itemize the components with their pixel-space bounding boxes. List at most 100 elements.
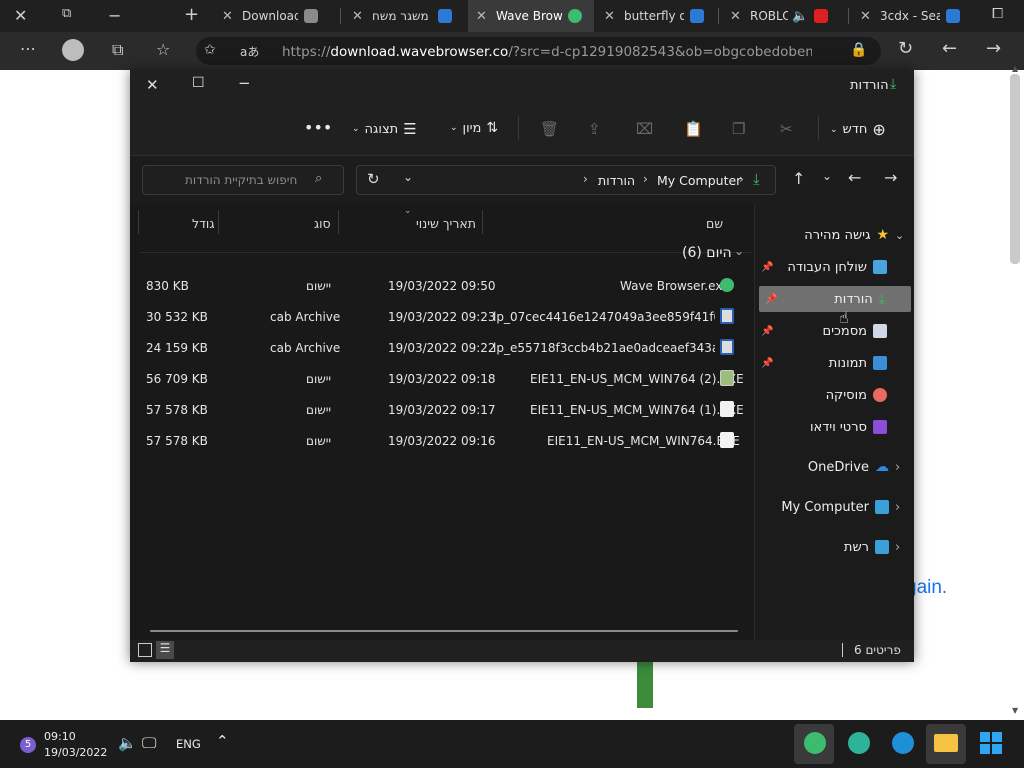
language-indicator[interactable]: ENG: [176, 737, 201, 751]
edge-dev-icon[interactable]: [848, 732, 870, 754]
profile-avatar[interactable]: [62, 39, 84, 61]
favorites-icon[interactable]: ☆: [156, 40, 170, 59]
file-row[interactable]: 56 709 KB יישום 19/03/2022 09:18 EIE11_E…: [130, 363, 754, 394]
recent-locations-icon[interactable]: ⌄: [822, 169, 832, 183]
list-view-icon[interactable]: ☰: [156, 641, 174, 659]
bing-icon: [946, 9, 960, 23]
sidebar-item-pictures[interactable]: 📌 תמונות: [755, 350, 911, 376]
pin-icon[interactable]: 📌: [761, 358, 773, 369]
pin-icon[interactable]: 📌: [761, 326, 773, 337]
start-icon[interactable]: [980, 732, 1002, 754]
show-hidden-icons[interactable]: ⌃: [216, 732, 229, 750]
scroll-down-icon[interactable]: ▼: [1012, 706, 1018, 715]
close-window-icon[interactable]: ✕: [146, 76, 159, 94]
file-row[interactable]: 57 578 KB יישום 19/03/2022 09:17 EIE11_E…: [130, 394, 754, 425]
forward-icon[interactable]: →: [884, 168, 897, 187]
breadcrumb[interactable]: ↻ ⌄ › הורדות › My Computer › ⤓: [356, 165, 776, 195]
collections-icon[interactable]: ⧉: [112, 40, 123, 60]
url-field[interactable]: ✩ aあ https://download.wavebrowser.co/?sr…: [196, 37, 881, 65]
sidebar-item-quick-access[interactable]: גישה מהירה ★ ⌄: [755, 222, 911, 248]
add-favorite-icon[interactable]: ✩: [204, 42, 216, 58]
sidebar-item-documents[interactable]: 📌 מסמכים: [755, 318, 911, 344]
tab-close-icon[interactable]: ✕: [352, 9, 364, 24]
delete-icon[interactable]: 🗑: [540, 120, 559, 138]
refresh-icon[interactable]: ↻: [898, 38, 913, 59]
sidebar-item-downloads[interactable]: 📌 הורדות ⤓: [759, 286, 911, 312]
details-view-icon[interactable]: [138, 643, 152, 657]
wave-browser-icon: [568, 9, 582, 23]
sidebar-item-desktop[interactable]: 📌 שולחן העבודה: [755, 254, 911, 280]
new-tab-icon[interactable]: +: [184, 4, 199, 25]
lock-icon[interactable]: 🔒: [850, 42, 867, 58]
network-status-icon[interactable]: 🖵: [142, 734, 156, 752]
see-more-icon[interactable]: •••: [304, 118, 332, 137]
breadcrumb-my-computer[interactable]: My Computer: [657, 173, 741, 188]
pin-icon[interactable]: 📌: [761, 262, 773, 273]
refresh-folder-icon[interactable]: ↻: [367, 170, 380, 188]
minimize-window-icon[interactable]: −: [238, 74, 251, 92]
column-date[interactable]: תאריך שינוי: [416, 216, 476, 231]
clock-date[interactable]: 19/03/2022: [44, 746, 107, 759]
rename-icon[interactable]: ⌧: [636, 120, 653, 138]
sidebar-item-onedrive[interactable]: OneDrive ☁ ›: [755, 454, 911, 480]
tab-3cdx[interactable]: ✕ 3cdx - Sear: [852, 0, 976, 32]
cut-icon[interactable]: ✂: [780, 120, 793, 138]
clock-time[interactable]: 09:10: [44, 730, 76, 743]
group-header[interactable]: היום (6): [682, 245, 732, 261]
column-name[interactable]: שם: [706, 216, 723, 231]
close-icon[interactable]: ✕: [14, 6, 27, 25]
view-button[interactable]: ⌄ תצוגה ☰: [352, 120, 417, 138]
file-icon: [720, 401, 734, 417]
pin-icon[interactable]: 📌: [765, 294, 777, 305]
sidebar-item-videos[interactable]: סרטי וידאו: [755, 414, 911, 440]
sort-button[interactable]: ⌄ מיון ⇅: [450, 120, 498, 136]
read-aloud-icon[interactable]: aあ: [240, 43, 259, 60]
wave-browser-icon[interactable]: [804, 732, 826, 754]
search-input[interactable]: חיפוש בתיקיית הורדות ⌕: [142, 165, 344, 195]
history-dropdown-icon[interactable]: ⌄: [403, 170, 413, 184]
horizontal-scrollbar[interactable]: [150, 630, 738, 632]
file-row[interactable]: 830 KB יישום 19/03/2022 09:50 Wave Brows…: [130, 270, 754, 301]
scroll-up-icon[interactable]: ▲: [1012, 64, 1018, 73]
tab-roblox[interactable]: ✕ ROBLOX 🔈: [722, 0, 846, 32]
speaker-icon[interactable]: 🔈: [792, 9, 808, 24]
more-menu-icon[interactable]: ⋯: [20, 39, 36, 58]
up-icon[interactable]: ↑: [792, 169, 805, 188]
tab-butterfly[interactable]: ✕ butterfly or: [596, 0, 716, 32]
breadcrumb-downloads[interactable]: הורדות: [598, 173, 635, 188]
minimize-icon[interactable]: −: [108, 6, 121, 25]
file-row[interactable]: 30 532 KB cab Archive 19/03/2022 09:23 l…: [130, 301, 754, 332]
share-icon[interactable]: ⇪: [588, 120, 601, 138]
sidebar-item-network[interactable]: רשת ›: [755, 534, 911, 560]
sidebar-item-music[interactable]: מוסיקה: [755, 382, 911, 408]
tab-close-icon[interactable]: ✕: [730, 9, 742, 24]
tab-launcher[interactable]: ✕ משגר משח: [344, 0, 466, 32]
tab-close-icon[interactable]: ✕: [476, 9, 488, 24]
column-size[interactable]: גודל: [192, 216, 215, 231]
tab-close-icon[interactable]: ✕: [222, 9, 234, 24]
file-explorer-icon[interactable]: [934, 734, 958, 752]
tab-wave-browser[interactable]: ✕ Wave Brow: [468, 0, 594, 32]
forward-icon[interactable]: →: [986, 38, 1001, 59]
volume-icon[interactable]: 🔈: [118, 734, 137, 752]
collapse-icon[interactable]: ⌄: [734, 244, 744, 258]
tab-actions-icon[interactable]: ⧉: [62, 6, 71, 21]
file-row[interactable]: 24 159 KB cab Archive 19/03/2022 09:22 l…: [130, 332, 754, 363]
tab-list-icon[interactable]: ⧠: [992, 6, 1003, 22]
tab-close-icon[interactable]: ✕: [860, 9, 872, 24]
tab-download[interactable]: ✕ Download: [214, 0, 338, 32]
copy-icon[interactable]: ❐: [732, 120, 745, 138]
paste-icon[interactable]: 📋: [684, 120, 703, 138]
edge-icon[interactable]: [892, 732, 914, 754]
back-icon[interactable]: ←: [848, 168, 861, 187]
page-scrollbar[interactable]: [1010, 74, 1020, 264]
column-type[interactable]: סוג: [314, 216, 331, 231]
notification-badge[interactable]: 5: [20, 737, 36, 753]
back-icon[interactable]: ←: [942, 38, 957, 59]
url-text[interactable]: https://download.wavebrowser.co/?src=d-c…: [282, 44, 812, 60]
maximize-icon[interactable]: ☐: [192, 75, 205, 91]
file-row[interactable]: 57 578 KB יישום 19/03/2022 09:16 EIE11_E…: [130, 425, 754, 456]
new-button[interactable]: ⌄ חדש ⊕: [830, 120, 886, 139]
sidebar-item-my-computer[interactable]: My Computer ›: [755, 494, 911, 520]
tab-close-icon[interactable]: ✕: [604, 9, 616, 24]
